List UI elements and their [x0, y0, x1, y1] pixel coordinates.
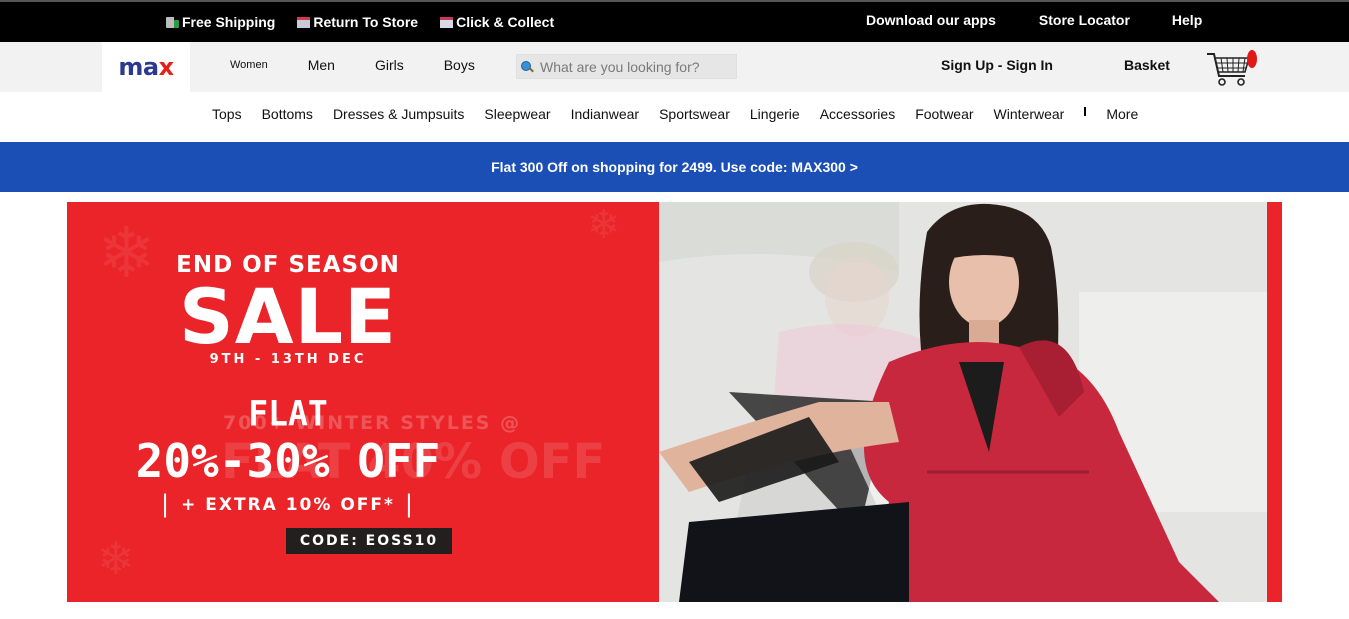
- nav-women[interactable]: Women: [230, 59, 268, 71]
- store-locator-link[interactable]: Store Locator: [1039, 12, 1130, 28]
- subnav-accessories[interactable]: Accessories: [820, 106, 895, 122]
- subnav-indianwear[interactable]: Indianwear: [571, 106, 640, 122]
- sale-title: SALE: [179, 272, 397, 361]
- return-to-store-label: Return To Store: [313, 14, 419, 30]
- subnav-footwear[interactable]: Footwear: [915, 106, 973, 122]
- category-nav: Women Men Girls Boys: [230, 57, 475, 73]
- free-shipping-label: Free Shipping: [182, 14, 276, 30]
- search-input[interactable]: [540, 58, 730, 75]
- sale-dates: 9TH - 13TH DEC: [209, 352, 367, 367]
- flat-label: FLAT: [248, 393, 328, 434]
- subcategory-nav: Tops Bottoms Dresses & Jumpsuits Sleepwe…: [0, 92, 1349, 142]
- sale-panel: ❄ ❄ ❄ 700+ WINTER STYLES @ FLAT 40% OFF …: [67, 202, 659, 602]
- search-icon[interactable]: [520, 60, 534, 74]
- hero-banner[interactable]: ❄ ❄ ❄ 700+ WINTER STYLES @ FLAT 40% OFF …: [67, 202, 1282, 602]
- collect-icon: [440, 16, 454, 28]
- free-shipping-link[interactable]: Free Shipping: [166, 14, 275, 30]
- click-collect-label: Click & Collect: [456, 14, 555, 30]
- subnav-dresses-jumpsuits[interactable]: Dresses & Jumpsuits: [333, 106, 464, 122]
- basket-link[interactable]: Basket: [1124, 57, 1170, 73]
- search-box: [516, 54, 737, 79]
- subnav-sleepwear[interactable]: Sleepwear: [484, 106, 550, 122]
- service-links: Free Shipping Return To Store Click & Co…: [166, 14, 554, 30]
- divider-bar: |: [160, 490, 172, 518]
- promo-text: Flat 300 Off on shopping for 2499. Use c…: [491, 159, 858, 175]
- truck-icon: [166, 16, 179, 28]
- subnav-winterwear[interactable]: Winterwear: [994, 106, 1065, 122]
- subnav-bottoms[interactable]: Bottoms: [262, 106, 313, 122]
- coupon-code: CODE: EOSS10: [286, 528, 452, 554]
- promo-banner[interactable]: Flat 300 Off on shopping for 2499. Use c…: [0, 142, 1349, 192]
- snowflake-icon: ❄: [97, 532, 135, 585]
- subnav-lingerie[interactable]: Lingerie: [750, 106, 800, 122]
- nav-boys[interactable]: Boys: [444, 57, 475, 73]
- logo-link[interactable]: max: [102, 42, 190, 92]
- return-to-store-link[interactable]: Return To Store: [297, 14, 418, 30]
- subnav-tops[interactable]: Tops: [212, 106, 242, 122]
- subnav-sportswear[interactable]: Sportswear: [659, 106, 730, 122]
- utility-links: Download our apps Store Locator Help: [866, 12, 1202, 28]
- cart-badge: [1247, 50, 1257, 68]
- snowflake-icon: ❄: [587, 202, 621, 248]
- main-header: max Women Men Girls Boys Sign Up - Sign …: [0, 42, 1349, 92]
- subnav-divider: [1084, 106, 1087, 116]
- store-icon: [297, 16, 311, 28]
- help-link[interactable]: Help: [1172, 12, 1202, 28]
- banner-edge: [1267, 202, 1282, 602]
- download-apps-link[interactable]: Download our apps: [866, 12, 996, 28]
- sign-in-link[interactable]: Sign Up - Sign In: [941, 57, 1053, 73]
- subnav-more[interactable]: More: [1106, 106, 1138, 122]
- nav-girls[interactable]: Girls: [375, 57, 404, 73]
- hero-model-photo: [659, 202, 1267, 602]
- top-utility-bar: Free Shipping Return To Store Click & Co…: [0, 0, 1349, 42]
- max-logo: max: [118, 53, 174, 81]
- divider-bar: |: [404, 490, 415, 518]
- extra-offer-text: + EXTRA 10% OFF*: [181, 495, 395, 515]
- discount-range: 20%-30% OFF: [135, 434, 441, 488]
- click-collect-link[interactable]: Click & Collect: [440, 14, 554, 30]
- model-illustration: [659, 202, 1267, 602]
- extra-offer: | + EXTRA 10% OFF* |: [67, 490, 584, 518]
- nav-men[interactable]: Men: [308, 57, 335, 73]
